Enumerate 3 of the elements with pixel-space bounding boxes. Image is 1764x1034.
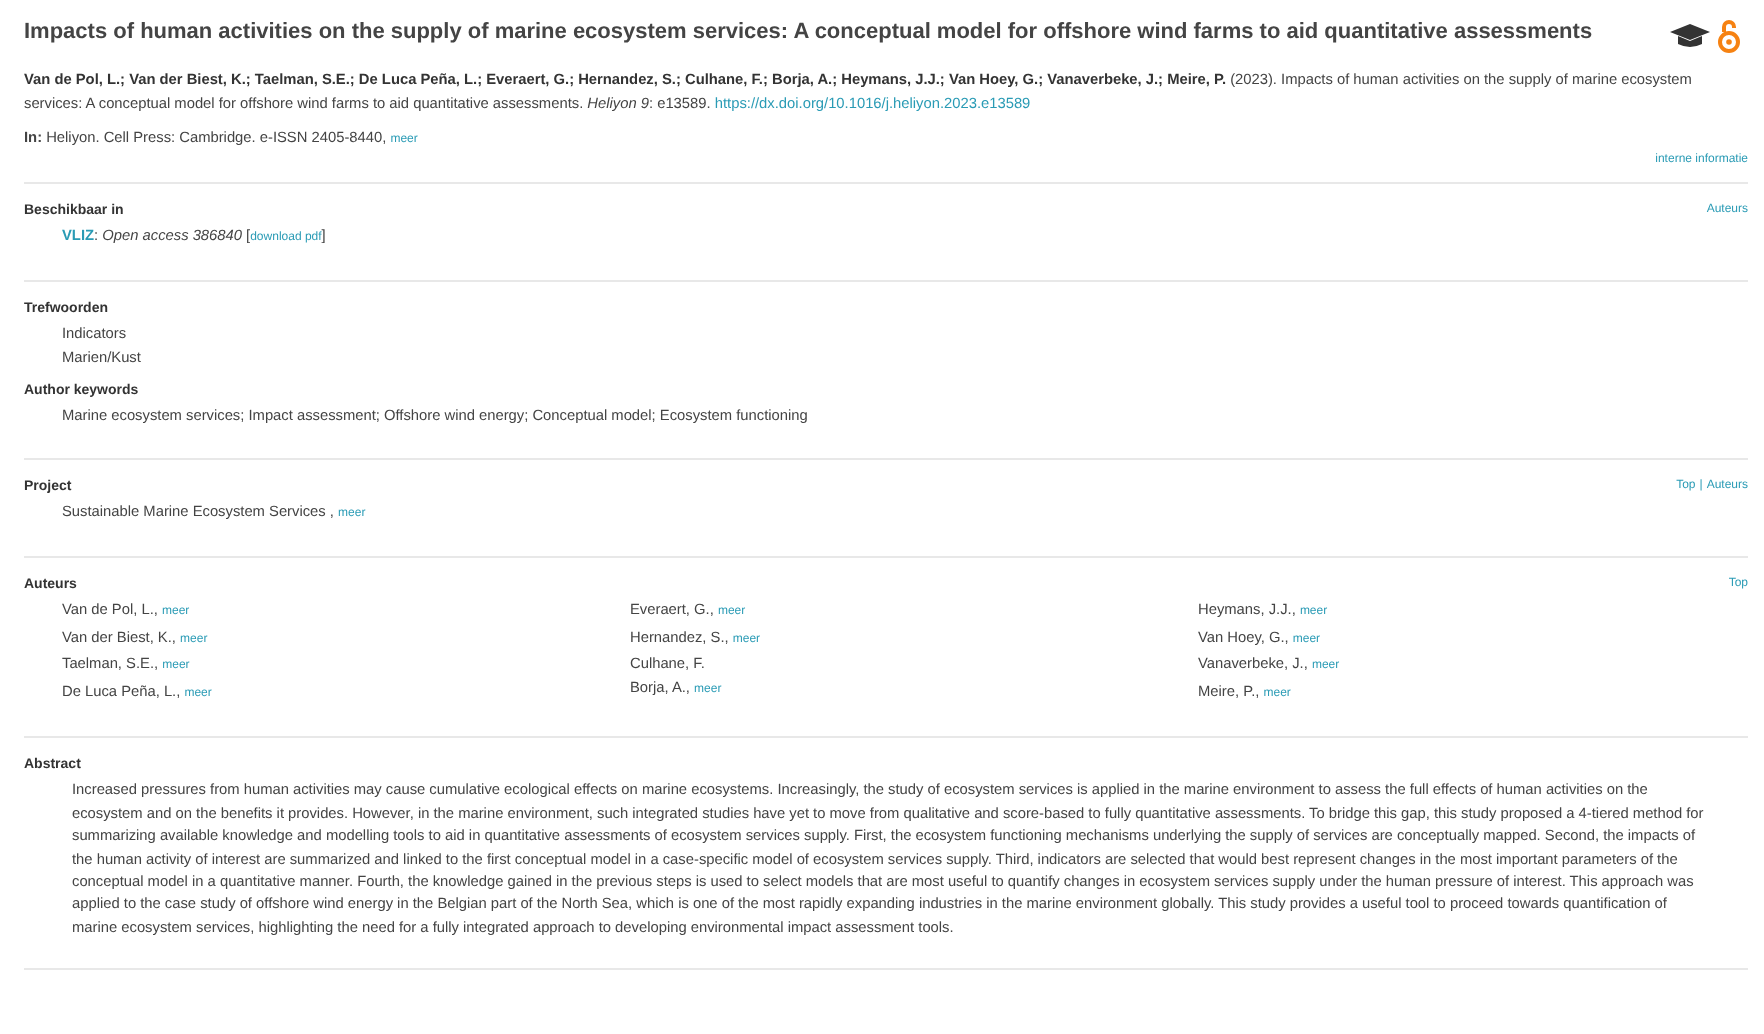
article-title: Impacts of human activities on the supply of marine ecosystem services: A conceptual model for offshore wind farms to aid quantitative assessments (24, 20, 1593, 44)
mortarboard-icon (1670, 22, 1710, 50)
open-access-icon (1718, 18, 1740, 54)
